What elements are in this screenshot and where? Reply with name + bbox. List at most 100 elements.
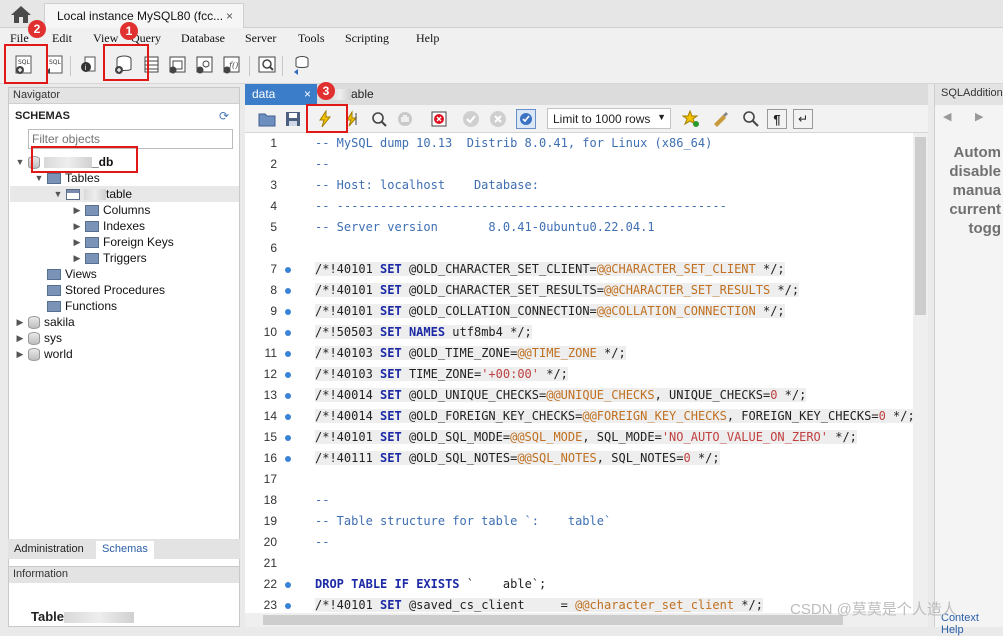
- schema-name: world: [44, 347, 73, 361]
- stored-procedures-row[interactable]: Stored Procedures: [47, 282, 165, 298]
- expanded-arrow-icon[interactable]: ▼: [53, 189, 63, 199]
- schema-name: sys: [44, 331, 62, 345]
- indexes-row[interactable]: ▶ Indexes: [72, 218, 146, 234]
- document-tab-bar: Local instance MySQL80 (fcc... ×: [0, 0, 1003, 28]
- tab-second-label: able: [351, 87, 374, 101]
- annotation-badge-3: 3: [317, 82, 335, 100]
- connection-tab[interactable]: Local instance MySQL80 (fcc... ×: [44, 3, 244, 28]
- code-line: /*!40103 SET @OLD_TIME_ZONE=@@TIME_ZONE …: [315, 346, 626, 360]
- autocommit-icon[interactable]: [516, 109, 536, 129]
- statement-marker-icon: [285, 372, 291, 378]
- line-number: 13: [263, 388, 277, 402]
- connection-tab-label: Local instance MySQL80 (fcc...: [57, 9, 224, 23]
- line-number: 2: [270, 157, 277, 171]
- line-number: 8: [270, 283, 277, 297]
- home-icon[interactable]: [8, 4, 34, 24]
- expanded-arrow-icon[interactable]: ▼: [34, 173, 44, 183]
- tab-data[interactable]: data ×: [245, 84, 317, 105]
- statement-marker-icon: [285, 456, 291, 462]
- collapsed-arrow-icon[interactable]: ▶: [15, 317, 25, 328]
- find-icon[interactable]: [741, 109, 761, 129]
- info-table-label: Table: [31, 609, 134, 624]
- tab-data-label: data: [252, 87, 276, 101]
- close-icon[interactable]: ×: [226, 9, 233, 23]
- navigator-header: Navigator: [9, 88, 239, 104]
- collapsed-arrow-icon[interactable]: ▶: [72, 237, 82, 248]
- collapsed-arrow-icon[interactable]: ▶: [72, 221, 82, 232]
- foreign-keys-row[interactable]: ▶ Foreign Keys: [72, 234, 174, 250]
- stop-icon[interactable]: [395, 109, 415, 129]
- menu-edit[interactable]: Edit: [52, 31, 72, 46]
- table-row[interactable]: ▼ table: [10, 186, 239, 202]
- limit-rows-select[interactable]: Limit to 1000 rows ▼: [547, 108, 671, 129]
- statement-marker-icon: [285, 603, 291, 609]
- views-row[interactable]: Views: [47, 266, 97, 282]
- statement-marker-icon: [285, 393, 291, 399]
- menu-server[interactable]: Server: [245, 31, 276, 46]
- svg-text:i: i: [85, 64, 87, 72]
- annotation-badge-1: 1: [120, 22, 138, 40]
- tab-schemas[interactable]: Schemas: [96, 541, 154, 559]
- triggers-row[interactable]: ▶ Triggers: [72, 250, 147, 266]
- schema-row-sys[interactable]: ▶ sys: [15, 330, 62, 346]
- close-icon[interactable]: ×: [304, 87, 311, 101]
- word-wrap-icon[interactable]: ↵: [793, 109, 813, 129]
- menu-database[interactable]: Database: [181, 31, 225, 46]
- functions-row[interactable]: Functions: [47, 298, 117, 314]
- collapsed-arrow-icon[interactable]: ▶: [72, 205, 82, 216]
- expanded-arrow-icon[interactable]: ▼: [15, 157, 25, 167]
- inspector-icon[interactable]: i: [76, 53, 100, 77]
- add-snippet-icon[interactable]: [681, 109, 701, 129]
- schema-row-sakila[interactable]: ▶ sakila: [15, 314, 75, 330]
- information-header: Information: [9, 567, 239, 583]
- invisible-chars-icon[interactable]: ¶: [767, 109, 787, 129]
- menu-bar: File Edit View Query Database Server Too…: [0, 28, 1003, 48]
- create-view-icon[interactable]: [165, 53, 189, 77]
- menu-help[interactable]: Help: [416, 31, 439, 46]
- line-number: 16: [263, 451, 277, 465]
- line-number: 15: [263, 430, 277, 444]
- explain-icon[interactable]: [369, 109, 389, 129]
- reconnect-icon[interactable]: [289, 53, 313, 77]
- code-line: -- Table structure for table `: table`: [315, 514, 612, 528]
- sql-editor[interactable]: 1 2 3 4 5 6 7 8 9 10 11 12 13 14 15 16 17 18 19 20 21 22 23 --…: [245, 133, 913, 613]
- line-number: 17: [263, 472, 277, 486]
- beautify-icon[interactable]: [711, 109, 731, 129]
- folder-icon: [85, 252, 99, 264]
- commit-icon[interactable]: [461, 109, 481, 129]
- menu-scripting[interactable]: Scripting: [345, 31, 389, 46]
- rollback-icon[interactable]: [488, 109, 508, 129]
- create-procedure-icon[interactable]: [192, 53, 216, 77]
- scrollbar-thumb[interactable]: [263, 615, 843, 625]
- vertical-scrollbar[interactable]: [913, 133, 928, 613]
- search-table-data-icon[interactable]: [255, 53, 279, 77]
- back-icon[interactable]: ◀: [943, 110, 951, 123]
- sql-additions-header: SQLAdditions: [935, 84, 1003, 105]
- tab-administration[interactable]: Administration: [8, 541, 90, 559]
- create-function-icon[interactable]: f(): [219, 53, 243, 77]
- save-icon[interactable]: [283, 109, 303, 129]
- code-line: /*!40101 SET @OLD_COLLATION_CONNECTION=@…: [315, 304, 785, 318]
- collapsed-arrow-icon[interactable]: ▶: [15, 349, 25, 360]
- collapsed-arrow-icon[interactable]: ▶: [72, 253, 82, 264]
- help-text-line: togg: [968, 220, 1001, 237]
- columns-row[interactable]: ▶ Columns: [72, 202, 151, 218]
- open-file-icon[interactable]: [257, 109, 277, 129]
- schema-row-world[interactable]: ▶ world: [15, 346, 73, 362]
- menu-tools[interactable]: Tools: [298, 31, 325, 46]
- line-number: 21: [263, 556, 277, 570]
- annotation-box-schema: [31, 146, 138, 173]
- annotation-box-3: [306, 104, 348, 133]
- refresh-icon[interactable]: ⟳: [219, 109, 229, 123]
- line-number: 14: [263, 409, 277, 423]
- scrollbar-thumb[interactable]: [915, 137, 926, 315]
- collapsed-arrow-icon[interactable]: ▶: [15, 333, 25, 344]
- code-line: /*!50503 SET NAMES utf8mb4 */;: [315, 325, 532, 339]
- line-number: 19: [263, 514, 277, 528]
- information-panel: Information Table: [8, 566, 240, 627]
- line-number: 20: [263, 535, 277, 549]
- functions-label: Functions: [65, 299, 118, 313]
- toggle-error-stop-icon[interactable]: [429, 109, 449, 129]
- forward-icon[interactable]: ▶: [975, 110, 983, 123]
- code-line: -- MySQL dump 10.13 Distrib 8.0.41, for …: [315, 136, 713, 150]
